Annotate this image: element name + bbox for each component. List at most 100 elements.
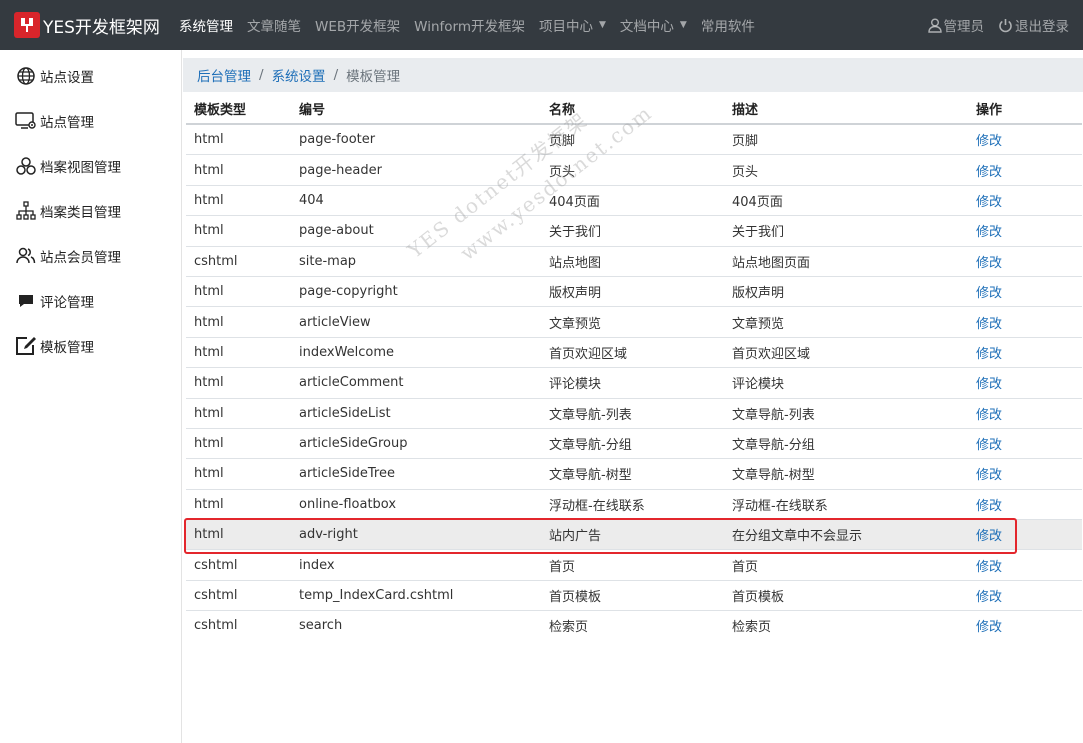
cell-name: 浮动框-在线联系	[549, 498, 645, 514]
cell-desc: 评论模块	[732, 377, 785, 393]
cell-name: 首页	[549, 559, 576, 575]
sidebar-item-2[interactable]: 档案视图管理	[0, 143, 181, 188]
cell-desc: 文章导航-列表	[732, 407, 815, 423]
comment-icon	[15, 290, 37, 312]
cell-desc: 浮动框-在线联系	[732, 498, 828, 514]
breadcrumb-separator: /	[333, 67, 339, 83]
edit-link[interactable]: 修改	[968, 404, 1078, 423]
cell-name: 文章预览	[549, 316, 602, 332]
cell-type: cshtml	[194, 618, 238, 634]
sidebar: 站点设置站点管理 档案视图管理 档案类目管理站点会员管理评论管理 模板管理	[0, 50, 182, 743]
sidebar-item-4[interactable]: 站点会员管理	[0, 233, 181, 278]
table-row: html adv-right 站内广告 在分组文章中不会显示 修改	[186, 519, 1082, 550]
edit-link[interactable]: 修改	[968, 586, 1078, 605]
edit-link[interactable]: 修改	[968, 525, 1078, 544]
logout-link[interactable]: 退出登录	[984, 0, 1069, 50]
sidebar-item-label: 站点设置	[40, 69, 94, 86]
edit-link[interactable]: 修改	[968, 495, 1078, 514]
breadcrumb-home[interactable]: 后台管理	[197, 65, 251, 85]
sidebar-item-3[interactable]: 档案类目管理	[0, 188, 181, 233]
edit-link[interactable]: 修改	[968, 464, 1078, 483]
sidebar-item-5[interactable]: 评论管理	[0, 278, 181, 323]
edit-link[interactable]: 修改	[968, 373, 1078, 392]
cell-desc: 页脚	[732, 134, 759, 150]
nav-item-label: Winform开发框架	[414, 19, 525, 35]
edit-link[interactable]: 修改	[968, 252, 1078, 271]
main-nav: 系统管理 文章随笔 WEB开发框架 Winform开发框架 项目中心 ▼ 文档中心 ▼ 常用软件	[172, 0, 762, 50]
cell-name: 文章导航-树型	[549, 468, 632, 484]
cell-type: cshtml	[194, 253, 238, 269]
edit-link[interactable]: 修改	[968, 221, 1078, 240]
col-header-action: 操作	[976, 103, 1003, 118]
user-name: 管理员	[943, 19, 985, 35]
logout-label: 退出登录	[1015, 19, 1069, 35]
edit-link[interactable]: 修改	[968, 161, 1078, 180]
cell-code: articleSideList	[299, 405, 391, 421]
edit-link[interactable]: 修改	[968, 343, 1078, 362]
nav-item-label: 项目中心	[538, 19, 593, 35]
cell-name: 评论模块	[549, 377, 602, 393]
nav-item-0[interactable]: 系统管理	[172, 0, 240, 50]
edit-link[interactable]: 修改	[968, 556, 1078, 575]
nav-item-6[interactable]: 常用软件	[694, 0, 762, 50]
cell-name: 首页模板	[549, 590, 602, 606]
user-menu[interactable]: 管理员	[914, 0, 985, 50]
nav-item-label: 常用软件	[700, 19, 755, 35]
nav-item-4[interactable]: 项目中心 ▼	[532, 0, 613, 50]
cell-code: articleSideGroup	[299, 436, 408, 452]
sidebar-item-label: 站点会员管理	[40, 249, 121, 266]
cell-code: temp_IndexCard.cshtml	[299, 588, 454, 604]
table-row: cshtml search 检索页 检索页 修改	[186, 610, 1082, 640]
breadcrumb-system-settings[interactable]: 系统设置	[272, 65, 326, 85]
edit-link[interactable]: 修改	[968, 282, 1078, 301]
nav-item-2[interactable]: WEB开发框架	[308, 0, 407, 50]
sidebar-item-6[interactable]: 模板管理	[0, 323, 181, 368]
edit-link[interactable]: 修改	[968, 434, 1078, 453]
nav-item-3[interactable]: Winform开发框架	[407, 0, 532, 50]
table-row: html articleSideGroup 文章导航-分组 文章导航-分组 修改	[186, 427, 1082, 458]
edit-link[interactable]: 修改	[968, 191, 1078, 210]
nav-item-label: 文章随笔	[247, 19, 301, 35]
edit-icon	[15, 335, 37, 357]
cell-name: 404页面	[549, 194, 600, 210]
col-header-name: 名称	[549, 103, 576, 118]
circles-icon	[15, 155, 37, 177]
breadcrumb-separator: /	[259, 67, 264, 83]
brand[interactable]: YES开发框架网	[0, 0, 172, 50]
col-header-desc: 描述	[732, 103, 759, 118]
sidebar-item-1[interactable]: 站点管理	[0, 98, 181, 143]
cell-type: html	[194, 436, 224, 452]
table-row: html page-header 页头 页头 修改	[186, 154, 1082, 184]
nav-item-label: 系统管理	[179, 19, 233, 35]
breadcrumb-current: 模板管理	[346, 69, 401, 85]
cell-type: html	[194, 466, 224, 482]
cell-code: 404	[299, 192, 324, 208]
user-nav: 管理员 退出登录	[914, 0, 1083, 50]
cell-code: page-footer	[299, 132, 376, 148]
cell-desc: 文章预览	[732, 316, 785, 332]
table-row: cshtml index 首页 首页 修改	[186, 549, 1082, 579]
table-row: html page-about 关于我们 关于我们 修改	[186, 215, 1082, 245]
col-header-code: 编号	[299, 103, 326, 118]
cell-code: adv-right	[299, 527, 358, 543]
edit-link[interactable]: 修改	[968, 313, 1078, 332]
cell-name: 站内广告	[549, 529, 602, 545]
table-row: html online-floatbox 浮动框-在线联系 浮动框-在线联系 修改	[186, 488, 1082, 519]
edit-link[interactable]: 修改	[968, 130, 1078, 149]
cell-desc: 文章导航-树型	[732, 468, 815, 484]
nav-item-1[interactable]: 文章随笔	[240, 0, 308, 50]
cell-type: html	[194, 314, 224, 330]
template-table: 模板类型 编号 名称 描述 操作 html page-footer 页脚 页脚 修改 ht…	[186, 94, 1082, 641]
cell-code: online-floatbox	[299, 496, 397, 512]
cell-name: 页脚	[549, 134, 576, 150]
cell-name: 文章导航-分组	[549, 438, 632, 454]
sidebar-item-0[interactable]: 站点设置	[0, 53, 181, 98]
main-content: 后台管理 / 系统设置 / 模板管理 模板类型 编号 名称 描述 操作 html…	[183, 50, 1083, 743]
cell-type: html	[194, 344, 224, 360]
top-navbar: YES开发框架网 系统管理 文章随笔 WEB开发框架 Winform开发框架 项目中心 ▼…	[0, 0, 1083, 50]
nav-item-5[interactable]: 文档中心 ▼	[613, 0, 694, 50]
brand-logo-icon	[14, 12, 40, 38]
table-row: html articleView 文章预览 文章预览 修改	[186, 306, 1082, 336]
cell-code: page-copyright	[299, 284, 398, 300]
edit-link[interactable]: 修改	[968, 616, 1078, 635]
